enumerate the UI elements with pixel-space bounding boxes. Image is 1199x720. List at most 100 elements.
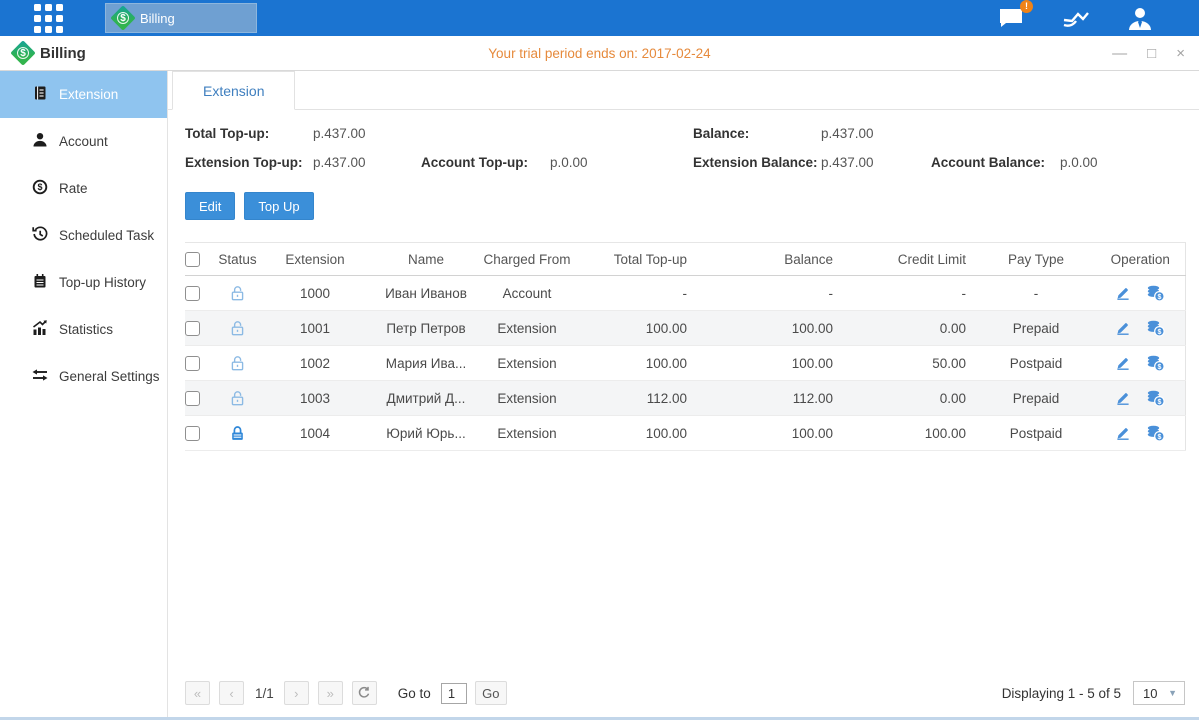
- svg-text:$: $: [37, 182, 42, 192]
- row-checkbox[interactable]: [185, 426, 200, 441]
- top-up-row-icon[interactable]: $: [1146, 390, 1165, 407]
- stats-icon: [32, 320, 48, 339]
- page-size-value: 10: [1143, 686, 1157, 701]
- cell-extension: 1000: [260, 276, 370, 311]
- cell-charged-from: Extension: [482, 346, 572, 381]
- cell-credit-limit: 50.00: [843, 346, 976, 381]
- chevron-down-icon: ▼: [1168, 688, 1177, 698]
- sidebar-item-extension[interactable]: Extension: [0, 71, 167, 118]
- taskbar-item-billing[interactable]: $ Billing: [105, 3, 257, 33]
- cell-balance: 100.00: [697, 311, 843, 346]
- top-up-row-icon[interactable]: $: [1146, 320, 1165, 337]
- cell-operation: $: [1096, 346, 1185, 381]
- sliders-icon: [32, 367, 48, 386]
- sidebar-item-general-settings[interactable]: General Settings: [0, 353, 167, 400]
- billing-app-icon: $: [110, 5, 135, 30]
- cell-total-topup: -: [572, 276, 697, 311]
- cell-balance: -: [697, 276, 843, 311]
- refresh-button[interactable]: [352, 681, 377, 705]
- cell-operation: $: [1096, 311, 1185, 346]
- col-total-topup: Total Top-up: [572, 243, 697, 276]
- cell-total-topup: 100.00: [572, 416, 697, 451]
- ledger-icon: [32, 85, 48, 104]
- row-checkbox[interactable]: [185, 286, 200, 301]
- cell-total-topup: 112.00: [572, 381, 697, 416]
- displaying-label: Displaying 1 - 5 of 5: [1002, 686, 1121, 701]
- extensions-table: Status Extension Name Charged From Total…: [185, 242, 1186, 451]
- cell-extension: 1002: [260, 346, 370, 381]
- window-title: Billing: [40, 45, 86, 62]
- notification-badge: !: [1020, 0, 1033, 13]
- statistics-chart-icon[interactable]: [1061, 6, 1091, 30]
- top-up-button[interactable]: Top Up: [244, 192, 313, 220]
- edit-row-icon[interactable]: [1115, 285, 1131, 301]
- status-unlocked-icon: [229, 390, 246, 407]
- cell-name: Петр Петров: [370, 311, 482, 346]
- minimize-button[interactable]: —: [1112, 46, 1127, 61]
- sidebar-item-top-up-history[interactable]: Top-up History: [0, 259, 167, 306]
- edit-row-icon[interactable]: [1115, 355, 1131, 371]
- cell-name: Юрий Юрь...: [370, 416, 482, 451]
- edit-row-icon[interactable]: [1115, 390, 1131, 406]
- top-up-row-icon[interactable]: $: [1146, 425, 1165, 442]
- svg-text:$: $: [1158, 363, 1162, 370]
- cell-name: Дмитрий Д...: [370, 381, 482, 416]
- sidebar-item-label: Extension: [59, 87, 118, 102]
- cell-status: [215, 311, 260, 346]
- cell-extension: 1003: [260, 381, 370, 416]
- edit-button[interactable]: Edit: [185, 192, 235, 220]
- sidebar-item-statistics[interactable]: Statistics: [0, 306, 167, 353]
- cell-operation: $: [1096, 276, 1185, 311]
- tab-extension[interactable]: Extension: [172, 71, 295, 110]
- balance-value: p.437.00: [821, 126, 931, 141]
- extension-balance-value: p.437.00: [821, 155, 931, 170]
- last-page-button[interactable]: »: [318, 681, 343, 705]
- row-checkbox[interactable]: [185, 356, 200, 371]
- cell-balance: 100.00: [697, 416, 843, 451]
- select-all-checkbox[interactable]: [185, 252, 200, 267]
- extension-balance-label: Extension Balance:: [693, 155, 821, 170]
- page-indicator: 1/1: [255, 686, 274, 701]
- first-page-button[interactable]: «: [185, 681, 210, 705]
- sidebar-item-label: Account: [59, 134, 108, 149]
- cell-operation: $: [1096, 416, 1185, 451]
- trial-notice: Your trial period ends on: 2017-02-24: [0, 46, 1199, 61]
- maximize-button[interactable]: □: [1147, 46, 1156, 61]
- edit-row-icon[interactable]: [1115, 425, 1131, 441]
- app-grid-icon[interactable]: [34, 4, 63, 33]
- col-status: Status: [215, 243, 260, 276]
- status-unlocked-icon: [229, 355, 246, 372]
- balance-summary: Total Top-up: p.437.00 Balance: p.437.00…: [185, 126, 1185, 170]
- topbar-actions: !: [997, 6, 1199, 30]
- page-size-select[interactable]: 10 ▼: [1133, 681, 1185, 705]
- close-button[interactable]: ×: [1176, 46, 1185, 61]
- taskbar-item-label: Billing: [140, 11, 175, 26]
- table-row: 1003Дмитрий Д...Extension112.00112.000.0…: [185, 381, 1185, 416]
- top-up-row-icon[interactable]: $: [1146, 355, 1165, 372]
- account-balance-label: Account Balance:: [931, 155, 1060, 170]
- next-page-button[interactable]: ›: [284, 681, 309, 705]
- account-topup-label: Account Top-up:: [421, 155, 550, 170]
- sidebar-item-account[interactable]: Account: [0, 118, 167, 165]
- cell-charged-from: Extension: [482, 416, 572, 451]
- sidebar-item-label: Rate: [59, 181, 88, 196]
- cell-extension: 1001: [260, 311, 370, 346]
- go-button[interactable]: Go: [475, 681, 507, 705]
- user-account-icon[interactable]: [1127, 6, 1153, 30]
- col-charged-from: Charged From: [482, 243, 572, 276]
- top-up-row-icon[interactable]: $: [1146, 285, 1165, 302]
- sidebar-item-scheduled-task[interactable]: Scheduled Task: [0, 212, 167, 259]
- col-name: Name: [370, 243, 482, 276]
- tab-strip: Extension: [168, 71, 1199, 110]
- row-checkbox[interactable]: [185, 391, 200, 406]
- cell-name: Мария Ива...: [370, 346, 482, 381]
- sidebar-item-rate[interactable]: $ Rate: [0, 165, 167, 212]
- cell-status: [215, 346, 260, 381]
- row-checkbox[interactable]: [185, 321, 200, 336]
- notifications-icon[interactable]: !: [997, 6, 1025, 30]
- edit-row-icon[interactable]: [1115, 320, 1131, 336]
- goto-page-input[interactable]: [441, 683, 467, 704]
- window-app-icon: $: [10, 40, 35, 65]
- prev-page-button[interactable]: ‹: [219, 681, 244, 705]
- cell-pay-type: Postpaid: [976, 346, 1096, 381]
